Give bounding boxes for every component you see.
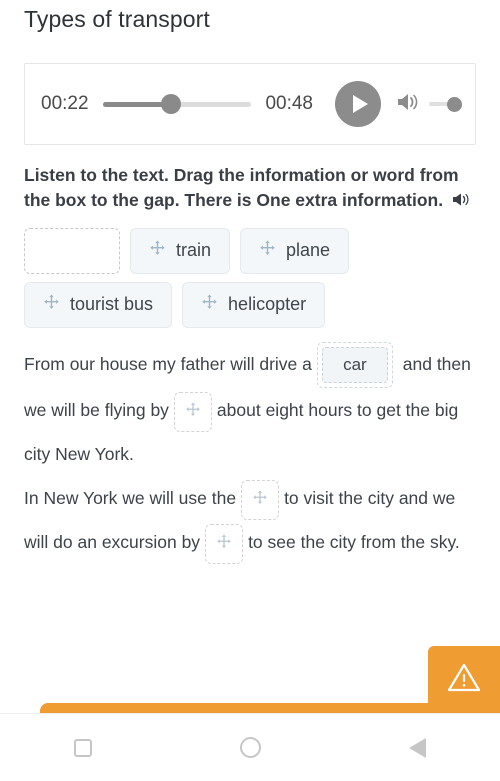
instruction-label: Listen to the text. Drag the information… bbox=[24, 165, 459, 211]
triangle-icon bbox=[409, 737, 426, 758]
word-chip-plane[interactable]: plane bbox=[240, 227, 350, 274]
current-time-label: 00:22 bbox=[41, 93, 89, 114]
passage-paragraph-1: From our house my father will drive a car… bbox=[24, 342, 476, 476]
speaker-icon[interactable] bbox=[452, 190, 471, 215]
gap-4[interactable] bbox=[205, 522, 244, 566]
move-icon bbox=[43, 294, 60, 316]
word-chip-label: plane bbox=[286, 240, 331, 261]
word-chip-empty-slot[interactable] bbox=[24, 227, 120, 274]
total-time-label: 00:48 bbox=[265, 93, 313, 114]
circle-icon bbox=[240, 737, 261, 758]
move-diamond-icon bbox=[216, 522, 232, 566]
move-icon bbox=[201, 294, 218, 316]
instruction-text: Listen to the text. Drag the information… bbox=[24, 163, 476, 216]
word-chip-helicopter[interactable]: helicopter bbox=[182, 281, 326, 328]
move-icon bbox=[259, 240, 276, 262]
square-icon bbox=[74, 738, 92, 757]
gap-2[interactable] bbox=[173, 390, 212, 434]
passage-text: In New York we will use the bbox=[24, 488, 237, 509]
back-button[interactable] bbox=[379, 728, 456, 768]
seek-handle[interactable] bbox=[161, 94, 182, 114]
move-icon bbox=[149, 240, 166, 262]
move-diamond-icon bbox=[185, 390, 201, 434]
passage: From our house my father will drive a car… bbox=[24, 342, 476, 564]
android-navigation-bar bbox=[0, 713, 500, 781]
play-button[interactable] bbox=[335, 81, 381, 127]
volume-slider[interactable] bbox=[429, 96, 462, 112]
page-content: Types of transport 00:22 00:48 Listen to… bbox=[0, 0, 500, 713]
word-chip-label: train bbox=[176, 240, 212, 261]
gap-1[interactable]: car bbox=[316, 342, 393, 389]
move-diamond-icon bbox=[252, 478, 268, 522]
recents-button[interactable] bbox=[44, 729, 122, 767]
gap-1-value: car bbox=[321, 347, 388, 384]
word-chip-label: helicopter bbox=[228, 294, 307, 315]
warning-triangle-icon bbox=[447, 662, 481, 698]
app-screen: Types of transport 00:22 00:48 Listen to… bbox=[0, 0, 500, 781]
passage-text: to see the city from the sky. bbox=[248, 532, 460, 553]
volume-icon[interactable] bbox=[395, 90, 421, 119]
play-icon bbox=[352, 95, 368, 113]
gap-3[interactable] bbox=[241, 478, 280, 522]
passage-text: From our house my father will drive a bbox=[24, 353, 312, 374]
passage-paragraph-2: In New York we will use the to visit the… bbox=[24, 476, 476, 564]
audio-player: 00:22 00:48 bbox=[24, 63, 476, 145]
seek-slider[interactable] bbox=[102, 94, 252, 114]
page-title: Types of transport bbox=[24, 6, 210, 32]
word-chip-label: tourist bus bbox=[70, 294, 154, 315]
home-button[interactable] bbox=[210, 727, 291, 768]
word-chip-train[interactable]: train bbox=[130, 227, 231, 274]
volume-handle[interactable] bbox=[447, 96, 462, 112]
word-bank: train plane tourist bus helicopter bbox=[24, 227, 476, 328]
word-chip-tourist-bus[interactable]: tourist bus bbox=[24, 281, 173, 328]
